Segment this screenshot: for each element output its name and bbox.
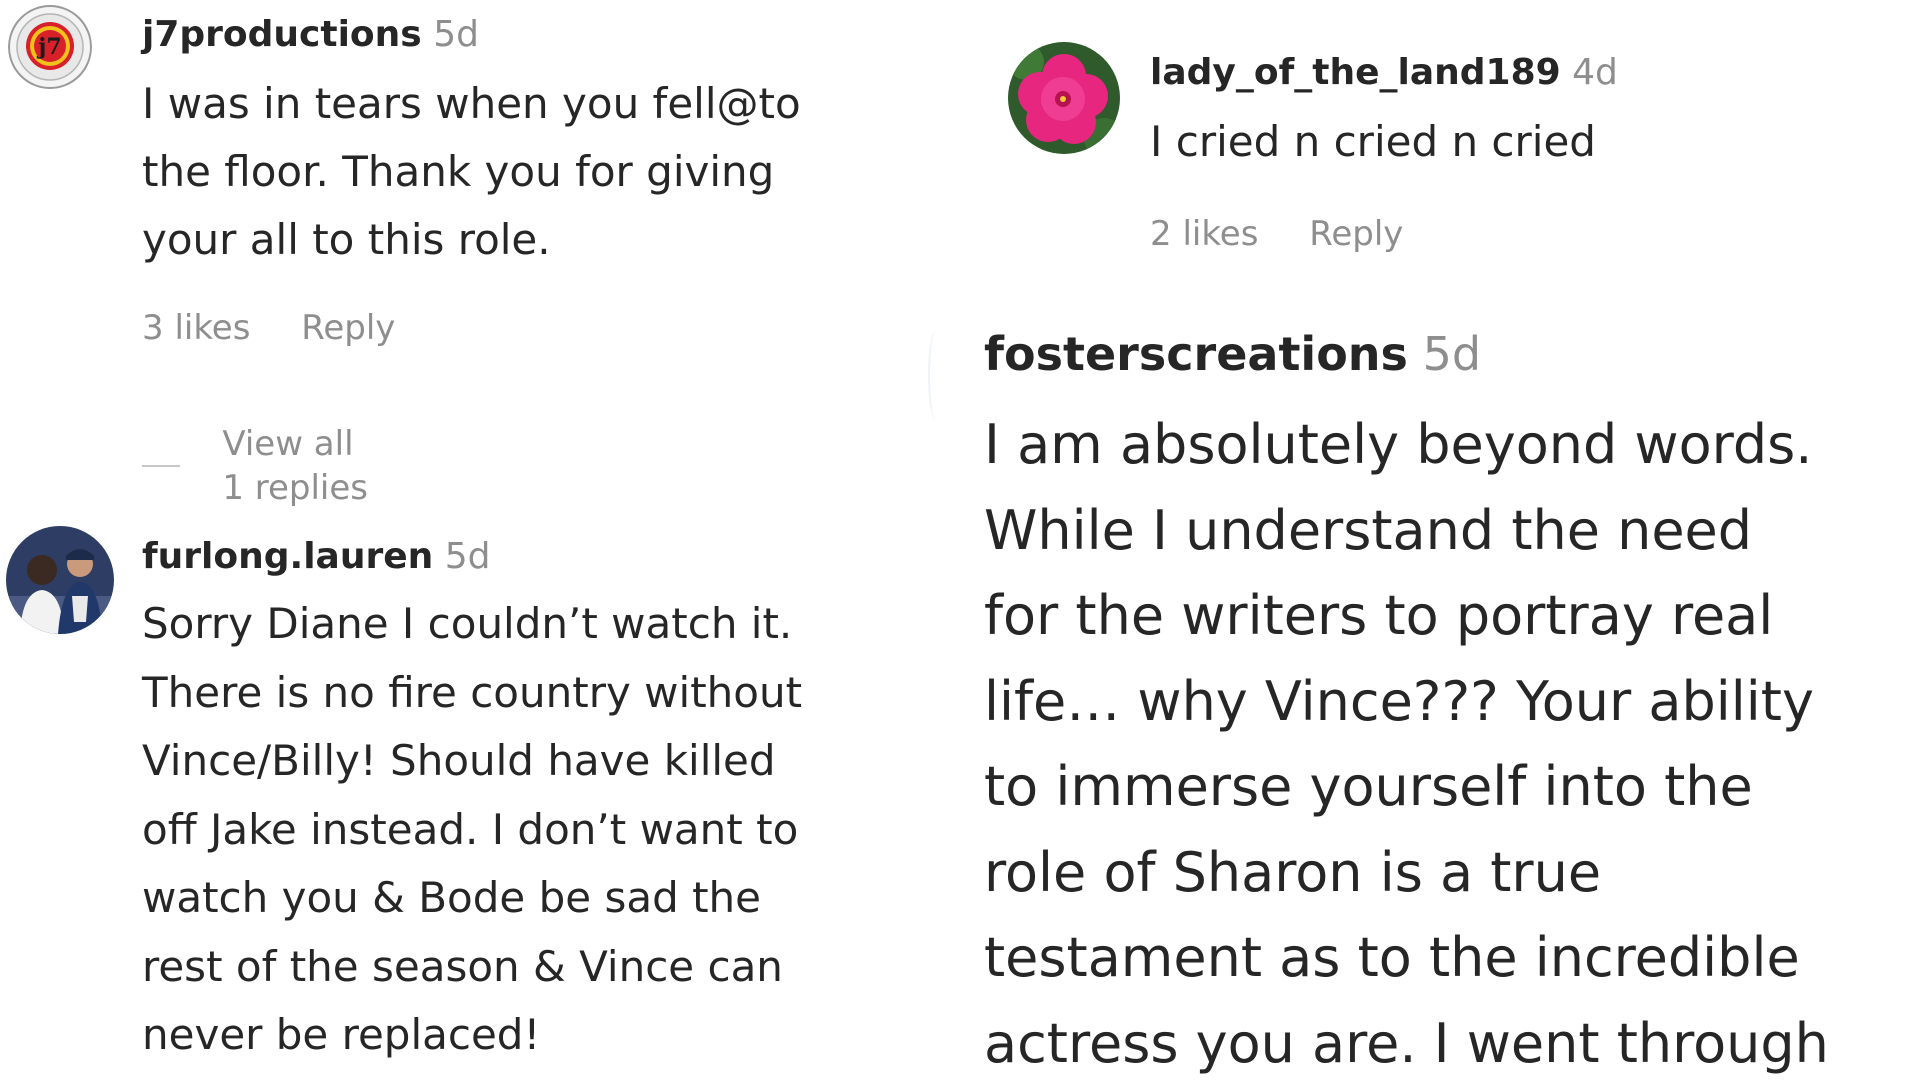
comment-age: 5d [433,14,479,55]
comment-meta: 3 likes Reply [142,306,395,350]
username-link[interactable]: j7productions [142,14,422,55]
comment-line: role of Sharon is a true [984,830,1829,916]
comment-line: never be replaced! [142,1001,802,1070]
column-divider [928,330,944,420]
comment-line: There is no fire country without [142,659,802,728]
comment-line: I cried n cried n cried [1150,108,1596,176]
comment-meta: 2 likes Reply [1150,212,1403,256]
username-link[interactable]: fosterscreations [984,327,1408,381]
username-link[interactable]: lady_of_the_land189 [1150,52,1561,93]
view-replies-button[interactable]: View all 1 replies [142,422,371,510]
comment-header: fosterscreations 5d [984,326,1481,382]
comment-line: off Jake instead. I don’t want to [142,796,802,865]
profile-photo-icon [6,526,114,634]
comment-line: actress you are. I went through [984,1001,1829,1086]
comment-line: rest of the season & Vince can [142,933,802,1002]
comment-age: 5d [445,536,491,577]
reply-button[interactable]: Reply [1309,212,1403,256]
comment-header: furlong.lauren 5d [142,534,490,580]
likes-count[interactable]: 3 likes [142,306,250,350]
avatar-furlong-lauren[interactable] [6,526,114,634]
avatar-j7productions[interactable]: j7 [8,4,92,90]
comment-line: testament as to the incredible [984,915,1829,1001]
username-link[interactable]: furlong.lauren [142,536,433,577]
svg-text:j7: j7 [36,34,61,60]
j7-logo-icon: j7 [8,4,92,90]
comment-line: While I understand the need [984,488,1829,574]
comment-text: Sorry Diane I couldn’t watch it. There i… [142,590,802,1070]
comment-line: I was in tears when you fell@to [142,70,801,138]
comment-text: I cried n cried n cried [1150,108,1596,176]
comment-header: lady_of_the_land189 4d [1150,50,1618,96]
comment-line: watch you & Bode be sad the [142,864,802,933]
comment-text: I was in tears when you fell@to the floo… [142,70,801,274]
comment-header: j7productions 5d [142,12,479,58]
comment-age: 4d [1572,52,1618,93]
avatar-lady-of-the-land189[interactable] [1008,42,1120,154]
replies-divider-line [142,465,180,467]
comment-text: I am absolutely beyond words. While I un… [984,402,1829,1086]
comment-line: life… why Vince??? Your ability [984,659,1829,745]
reply-button[interactable]: Reply [301,306,395,350]
comment-age: 5d [1423,327,1481,381]
comment-line: Vince/Billy! Should have killed [142,727,802,796]
view-replies-label: View all 1 replies [222,422,371,510]
comment-line: for the writers to portray real [984,573,1829,659]
comment-line: the floor. Thank you for giving [142,138,801,206]
comment-line: I am absolutely beyond words. [984,402,1829,488]
likes-count[interactable]: 2 likes [1150,212,1258,256]
comment-line: your all to this role. [142,206,801,274]
comment-line: to immerse yourself into the [984,744,1829,830]
flower-avatar-icon [1008,42,1120,154]
comment-line: Sorry Diane I couldn’t watch it. [142,590,802,659]
